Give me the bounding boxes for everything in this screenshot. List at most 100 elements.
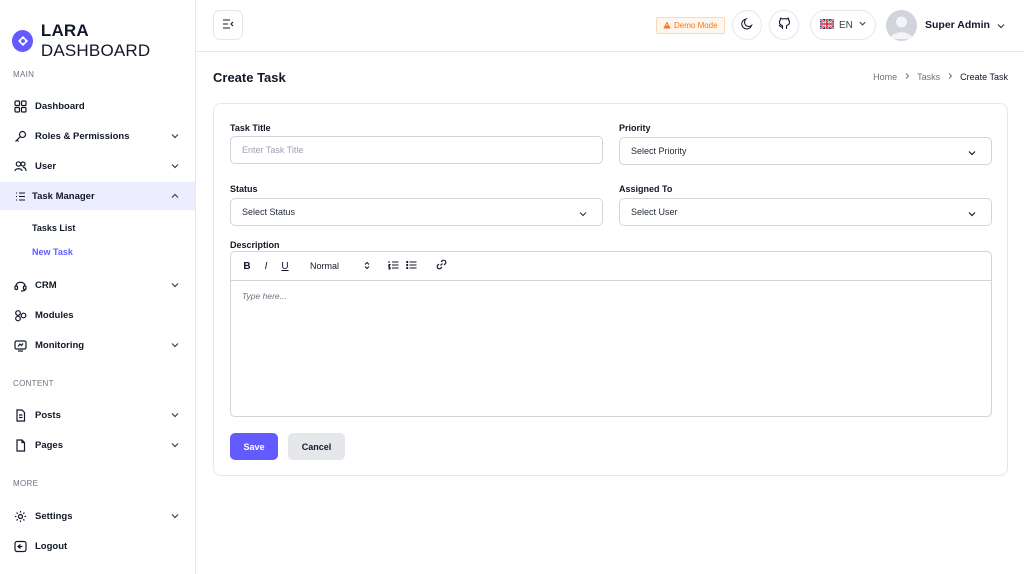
chevron-down-icon xyxy=(967,148,977,160)
demo-mode-badge: Demo Mode xyxy=(656,17,725,34)
cancel-button[interactable]: Cancel xyxy=(288,433,345,460)
monitor-icon xyxy=(13,338,27,352)
sidebar-item-settings[interactable]: Settings xyxy=(0,502,195,530)
save-button[interactable]: Save xyxy=(230,433,278,460)
italic-button[interactable]: I xyxy=(259,259,273,273)
sidebar-item-dashboard[interactable]: Dashboard xyxy=(0,92,195,120)
sidebar-item-label: Posts xyxy=(35,409,61,421)
ordered-list-button[interactable] xyxy=(386,259,400,273)
link-button[interactable] xyxy=(434,259,448,273)
github-button[interactable] xyxy=(769,10,799,40)
assigned-to-select-value: Select User xyxy=(631,207,678,217)
brand[interactable]: LARA DASHBOARD xyxy=(12,21,195,61)
priority-label: Priority xyxy=(619,123,651,133)
chevron-down-icon xyxy=(170,440,180,453)
chevron-right-icon xyxy=(903,72,911,82)
sidebar-item-user[interactable]: User xyxy=(0,152,195,180)
key-icon xyxy=(13,129,27,143)
language-code: EN xyxy=(839,19,853,31)
sidebar-item-label: CRM xyxy=(35,279,57,291)
chevron-down-icon xyxy=(170,161,180,174)
description-placeholder: Type here... xyxy=(242,291,287,301)
chevron-down-icon xyxy=(170,410,180,423)
task-title-input[interactable]: Enter Task Title xyxy=(230,136,603,164)
breadcrumb-current: Create Task xyxy=(960,72,1008,82)
sidebar-subitem-new-task[interactable]: New Task xyxy=(32,247,73,257)
sidebar-item-label: Settings xyxy=(35,510,73,522)
sidebar-item-posts[interactable]: Posts xyxy=(0,401,195,429)
chevron-down-icon xyxy=(170,511,180,524)
page-title: Create Task xyxy=(213,70,286,85)
ordered-list-icon xyxy=(386,260,399,273)
sidebar-item-label: Pages xyxy=(35,439,63,451)
modules-icon xyxy=(13,308,27,322)
menu-collapse-icon xyxy=(222,18,234,32)
list-icon xyxy=(13,189,27,203)
chevron-up-icon xyxy=(170,191,180,204)
sidebar-toggle-button[interactable] xyxy=(213,10,243,40)
section-label-content: CONTENT xyxy=(13,379,54,388)
chevron-down-icon xyxy=(578,209,588,221)
demo-mode-label: Demo Mode xyxy=(674,21,718,30)
chevron-down-icon xyxy=(170,280,180,293)
priority-select-value: Select Priority xyxy=(631,146,687,156)
task-title-placeholder: Enter Task Title xyxy=(242,145,304,155)
chevron-down-icon xyxy=(170,340,180,353)
breadcrumb: Home Tasks Create Task xyxy=(873,72,1008,82)
logout-icon xyxy=(13,539,27,553)
sidebar-item-pages[interactable]: Pages xyxy=(0,431,195,459)
status-select-value: Select Status xyxy=(242,207,296,217)
sidebar-subitem-tasks-list[interactable]: Tasks List xyxy=(32,223,75,233)
github-icon xyxy=(778,17,791,33)
breadcrumb-home[interactable]: Home xyxy=(873,72,897,82)
sidebar: LARA DASHBOARD MAIN Dashboard Roles & Pe… xyxy=(0,0,196,574)
document-icon xyxy=(13,408,27,422)
text-size-value: Normal xyxy=(310,261,340,271)
sidebar-item-label: Modules xyxy=(35,309,74,321)
sidebar-item-task-manager[interactable]: Task Manager xyxy=(0,182,195,210)
section-label-main: MAIN xyxy=(13,70,35,79)
updown-icon xyxy=(364,261,370,272)
sidebar-item-monitoring[interactable]: Monitoring xyxy=(0,331,195,359)
task-title-label: Task Title xyxy=(230,123,271,133)
brand-name: LARA DASHBOARD xyxy=(40,21,151,60)
sidebar-item-label: Dashboard xyxy=(35,100,85,112)
avatar[interactable] xyxy=(886,10,917,41)
bullet-list-button[interactable] xyxy=(404,259,418,273)
warning-icon xyxy=(663,21,671,31)
assigned-to-select[interactable]: Select User xyxy=(619,198,992,226)
priority-select[interactable]: Select Priority xyxy=(619,137,992,165)
link-icon xyxy=(436,259,447,273)
description-editor: B I U Normal Type here... xyxy=(230,251,992,417)
assigned-to-label: Assigned To xyxy=(619,184,673,194)
user-name[interactable]: Super Admin xyxy=(925,19,990,31)
chevron-down-icon[interactable] xyxy=(996,21,1006,34)
sidebar-item-logout[interactable]: Logout xyxy=(0,532,195,560)
language-selector[interactable]: EN xyxy=(810,10,876,40)
bold-button[interactable]: B xyxy=(240,259,254,273)
sidebar-item-label: Logout xyxy=(35,540,68,552)
uk-flag-icon xyxy=(819,17,835,32)
grid-icon xyxy=(13,99,27,113)
sidebar-item-modules[interactable]: Modules xyxy=(0,301,195,329)
brand-logo-icon xyxy=(12,30,33,52)
sidebar-item-crm[interactable]: CRM xyxy=(0,271,195,299)
description-textarea[interactable]: Type here... xyxy=(231,281,991,311)
moon-icon xyxy=(740,17,754,33)
underline-button[interactable]: U xyxy=(278,259,292,273)
editor-toolbar: B I U Normal xyxy=(231,252,991,281)
status-select[interactable]: Select Status xyxy=(230,198,603,226)
chevron-right-icon xyxy=(946,72,954,82)
dark-mode-button[interactable] xyxy=(732,10,762,40)
chevron-down-icon xyxy=(967,209,977,221)
sidebar-item-label: User xyxy=(35,160,57,172)
bullet-list-icon xyxy=(405,260,417,273)
sidebar-item-roles[interactable]: Roles & Permissions xyxy=(0,122,195,150)
text-size-select[interactable]: Normal xyxy=(310,259,370,273)
headset-icon xyxy=(13,278,27,292)
chevron-down-icon xyxy=(170,131,180,144)
page-icon xyxy=(13,438,27,452)
description-label: Description xyxy=(230,240,280,250)
breadcrumb-tasks[interactable]: Tasks xyxy=(917,72,940,82)
gear-icon xyxy=(13,509,27,523)
